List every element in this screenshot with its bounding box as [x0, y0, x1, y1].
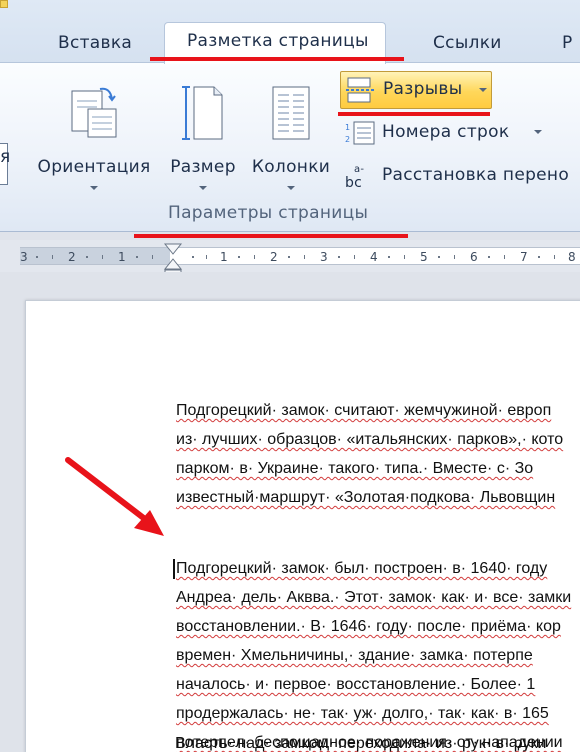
- tab-highlight-underline: [150, 57, 404, 61]
- columns-icon: [268, 83, 314, 147]
- svg-text:2: 2: [345, 135, 350, 144]
- text-line[interactable]: Власть· над· замком· переходила· из· рук…: [175, 735, 546, 752]
- orientation-label: Ориентация: [37, 157, 151, 177]
- ribbon-body: я Ориентация Размер Колонки Разрывы 1 2 …: [0, 62, 580, 232]
- ruler-strip: 3 2 1 1 2 3 4 5 6 7 8: [20, 247, 580, 265]
- text-line[interactable]: началось· и· первое· восстановление.· Бо…: [176, 676, 535, 694]
- tab-references[interactable]: Ссылки: [433, 33, 502, 57]
- chevron-down-icon: [90, 186, 98, 190]
- line-numbers-button[interactable]: 1 2 Номера строк: [340, 116, 560, 150]
- ruler-number: 4: [370, 250, 378, 264]
- text-line[interactable]: известный·маршрут· «Золотая·подкова· Льв…: [176, 489, 555, 507]
- text-line[interactable]: парком· в· Украине· такого· типа.· Вмест…: [176, 460, 533, 478]
- breaks-icon: [345, 76, 375, 109]
- hyphenation-icon: a- bc: [344, 163, 376, 196]
- chevron-down-icon: [534, 130, 542, 134]
- cropped-button-label: я: [0, 147, 11, 167]
- ruler-number: 2: [68, 250, 76, 264]
- ruler-number: 1: [220, 250, 228, 264]
- svg-text:1: 1: [345, 123, 350, 132]
- text-line[interactable]: Подгорецкий· замок· был· построен· в· 16…: [176, 560, 547, 578]
- hyphenation-label: Расстановка перено: [382, 165, 570, 185]
- text-line[interactable]: из· лучших· образцов· «итальянских· парк…: [176, 431, 563, 449]
- horizontal-ruler[interactable]: 3 2 1 1 2 3 4 5 6 7 8: [0, 240, 580, 272]
- ruler-number: 5: [420, 250, 428, 264]
- quick-access-icon[interactable]: [0, 0, 8, 8]
- columns-button[interactable]: Колонки: [246, 73, 336, 198]
- chevron-down-icon: [287, 186, 295, 190]
- text-line[interactable]: продержалась· не· так· уж· долго,· так· …: [176, 705, 549, 723]
- ruler-margin-area: [20, 248, 170, 264]
- ruler-number: 3: [20, 250, 28, 264]
- hyphenation-button[interactable]: a- bc Расстановка перено: [340, 159, 580, 193]
- text-cursor: [173, 559, 175, 579]
- text-line[interactable]: Андреа· дель· Аквва.· Этот· замок· как· …: [176, 589, 571, 607]
- orientation-icon: [68, 83, 120, 147]
- ruler-number: 2: [270, 250, 278, 264]
- group-highlight-underline: [134, 234, 408, 238]
- ruler-number: 7: [520, 250, 528, 264]
- svg-text:bc: bc: [345, 175, 362, 191]
- line-numbers-label: Номера строк: [382, 122, 510, 142]
- ruler-number: 1: [118, 250, 126, 264]
- ribbon-tab-strip: Вставка Разметка страницы Ссылки Р: [0, 0, 580, 64]
- size-button[interactable]: Размер: [164, 73, 242, 198]
- orientation-button[interactable]: Ориентация: [30, 73, 158, 198]
- page-size-icon: [180, 83, 226, 147]
- tab-next[interactable]: Р: [562, 33, 573, 57]
- text-line[interactable]: восстановлении.· В· 1646· году· после· п…: [176, 618, 561, 636]
- breaks-highlight-underline: [338, 112, 490, 116]
- ruler-number: 3: [320, 250, 328, 264]
- text-line[interactable]: времен· Хмельничины,· здание· замка· пот…: [176, 647, 533, 665]
- ruler-number: 8: [568, 250, 576, 264]
- text-line[interactable]: Подгорецкий· замок· считают· жемчужиной·…: [176, 402, 551, 420]
- chevron-down-icon: [199, 186, 207, 190]
- breaks-label: Разрывы: [383, 79, 463, 99]
- svg-text:a-: a-: [354, 164, 364, 175]
- tab-insert[interactable]: Вставка: [58, 33, 132, 57]
- breaks-button[interactable]: Разрывы: [340, 71, 492, 109]
- size-label: Размер: [170, 157, 236, 177]
- ruler-number: 6: [470, 250, 478, 264]
- chevron-down-icon: [479, 88, 487, 92]
- line-numbers-icon: 1 2: [344, 120, 376, 151]
- red-arrow-icon: [64, 456, 170, 546]
- columns-label: Колонки: [251, 157, 331, 177]
